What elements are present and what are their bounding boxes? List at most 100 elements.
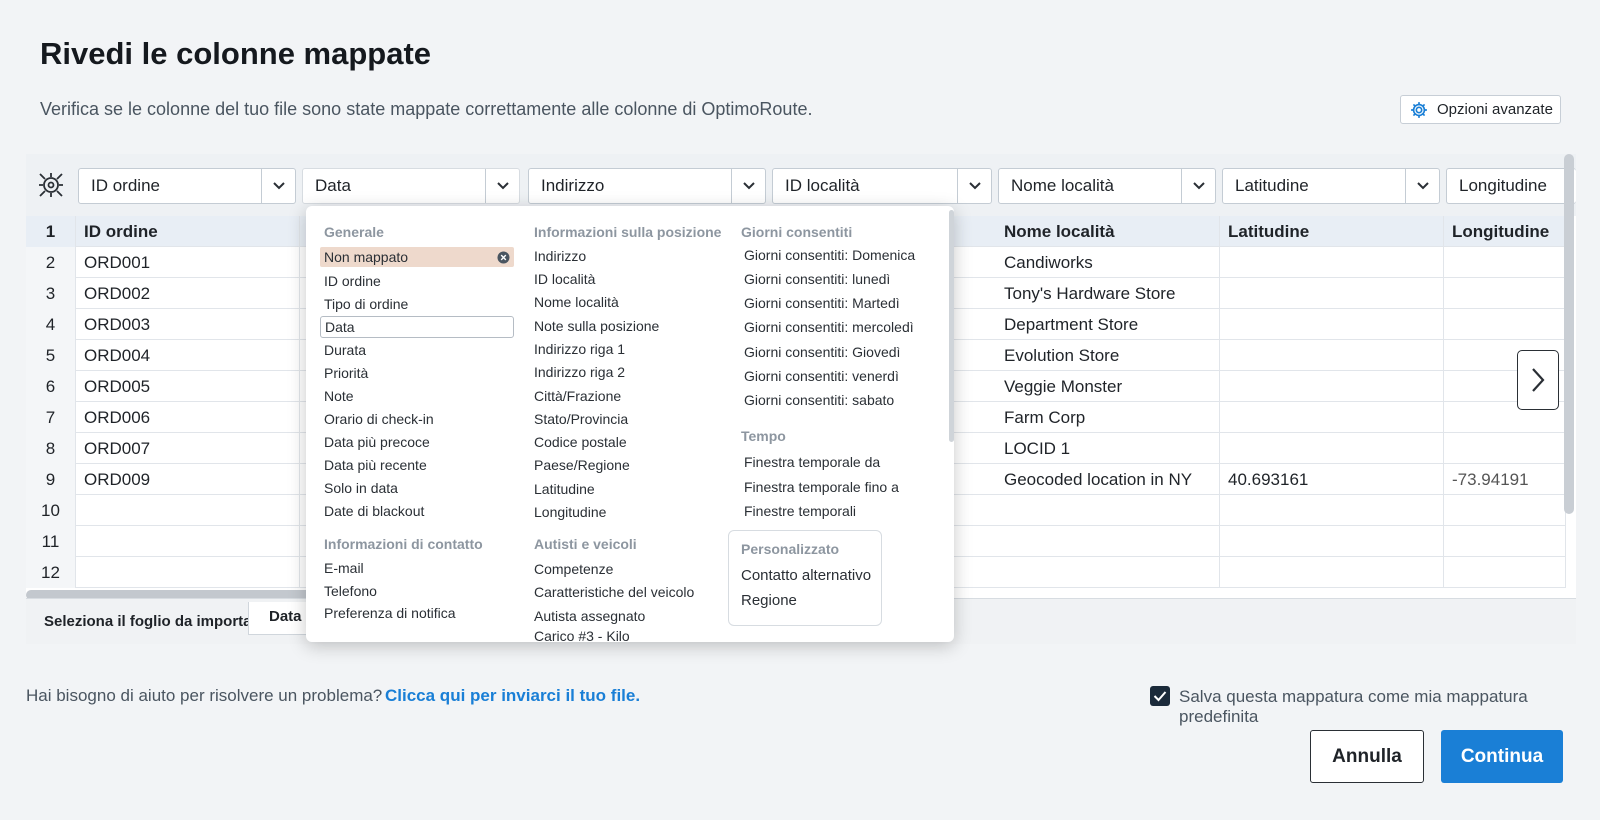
row-number: 4 <box>26 309 76 340</box>
mapping-select-value: ID ordine <box>91 176 160 195</box>
mapping-select-3[interactable]: Indirizzo <box>528 168 766 204</box>
option-time-windows[interactable]: Finestre temporali <box>744 503 856 519</box>
option-notes[interactable]: Note <box>324 388 354 404</box>
cell-location-name: Evolution Store <box>996 340 1220 371</box>
option-state[interactable]: Stato/Provincia <box>534 411 628 427</box>
option-alternate-contact[interactable]: Contatto alternativo <box>741 567 871 584</box>
option-notification-preference[interactable]: Preferenza di notifica <box>324 605 456 621</box>
option-order-id[interactable]: ID ordine <box>324 273 381 289</box>
cell-longitude <box>1444 495 1566 526</box>
option-postal-code[interactable]: Codice postale <box>534 434 627 450</box>
option-phone[interactable]: Telefono <box>324 583 377 599</box>
option-latitude[interactable]: Latitudine <box>534 481 595 497</box>
cell-latitude <box>1220 247 1444 278</box>
option-order-type[interactable]: Tipo di ordine <box>324 296 408 312</box>
option-skills[interactable]: Competenze <box>534 561 613 577</box>
option-region[interactable]: Regione <box>741 592 797 609</box>
help-link[interactable]: Clicca qui per inviarci il tuo file. <box>385 686 640 706</box>
option-allowed-monday[interactable]: Giorni consentiti: lunedì <box>744 271 890 287</box>
cell-location-name: Department Store <box>996 309 1220 340</box>
page-subtitle: Verifica se le colonne del tuo file sono… <box>40 99 813 119</box>
cell-order-id <box>76 557 300 588</box>
option-only-on-date[interactable]: Solo in data <box>324 480 398 496</box>
option-location-id[interactable]: ID località <box>534 271 595 287</box>
chevron-down-icon[interactable] <box>731 169 765 203</box>
column-header: ID ordine <box>76 216 300 247</box>
cell-longitude <box>1444 247 1566 278</box>
option-location-notes[interactable]: Note sulla posizione <box>534 318 659 334</box>
option-address-line-2[interactable]: Indirizzo riga 2 <box>534 364 625 380</box>
cell-order-id: ORD001 <box>76 247 300 278</box>
option-duration[interactable]: Durata <box>324 342 366 358</box>
checkmark-icon <box>1153 691 1167 702</box>
mapping-select-6[interactable]: Latitudine <box>1222 168 1440 204</box>
option-allowed-sunday[interactable]: Giorni consentiti: Domenica <box>744 247 915 263</box>
option-location-name[interactable]: Nome località <box>534 294 619 310</box>
option-time-window-to[interactable]: Finestra temporale fino a <box>744 479 899 495</box>
mapping-select-value: ID località <box>785 176 860 195</box>
option-allowed-saturday[interactable]: Giorni consentiti: sabato <box>744 392 894 408</box>
cell-order-id <box>76 495 300 526</box>
option-address-line-1[interactable]: Indirizzo riga 1 <box>534 341 625 357</box>
cell-order-id: ORD007 <box>76 433 300 464</box>
cancel-button[interactable]: Annulla <box>1310 730 1424 783</box>
mapping-select-5[interactable]: Nome località <box>998 168 1216 204</box>
option-assigned-driver[interactable]: Autista assegnato <box>534 608 645 624</box>
option-country[interactable]: Paese/Regione <box>534 457 630 473</box>
chevron-down-icon[interactable] <box>1405 169 1439 203</box>
advanced-options-button[interactable]: Opzioni avanzate <box>1400 95 1561 124</box>
option-longitude[interactable]: Longitudine <box>534 504 606 520</box>
option-allowed-thursday[interactable]: Giorni consentiti: Giovedì <box>744 344 900 360</box>
mapping-select-1[interactable]: ID ordine <box>78 168 296 204</box>
mapping-select-2[interactable]: Data <box>302 168 520 204</box>
mapping-select-7[interactable]: Longitudine <box>1446 168 1576 204</box>
cell-location-name <box>996 526 1220 557</box>
custom-fields-box: Personalizzato Contatto alternativo Regi… <box>728 530 882 626</box>
scroll-right-button[interactable] <box>1517 350 1559 410</box>
cell-latitude <box>1220 402 1444 433</box>
cell-location-name: Farm Corp <box>996 402 1220 433</box>
option-allowed-tuesday[interactable]: Giorni consentiti: Martedì <box>744 295 900 311</box>
column-mapping-icon <box>39 173 63 197</box>
option-load-3[interactable]: Carico #3 - Kilo <box>534 628 630 642</box>
option-allowed-friday[interactable]: Giorni consentiti: venerdì <box>744 368 899 384</box>
cell-location-name <box>996 495 1220 526</box>
option-checkin-time[interactable]: Orario di check-in <box>324 411 434 427</box>
cell-latitude <box>1220 557 1444 588</box>
clear-circle-icon[interactable] <box>497 251 510 264</box>
option-time-window-from[interactable]: Finestra temporale da <box>744 454 880 470</box>
option-date[interactable]: Data <box>320 316 514 338</box>
dropdown-scrollbar[interactable] <box>949 210 954 442</box>
option-allowed-wednesday[interactable]: Giorni consentiti: mercoledì <box>744 319 914 335</box>
column-type-dropdown: Generale Non mappato ID ordine Tipo di o… <box>306 206 954 642</box>
group-title-posizione: Informazioni sulla posizione <box>534 224 722 240</box>
option-latest-date[interactable]: Data più recente <box>324 457 427 473</box>
chevron-down-icon[interactable] <box>261 169 295 203</box>
option-blackout-dates[interactable]: Date di blackout <box>324 503 424 519</box>
continue-button[interactable]: Continua <box>1441 730 1563 783</box>
row-number: 8 <box>26 433 76 464</box>
cell-order-id: ORD005 <box>76 371 300 402</box>
option-not-mapped[interactable]: Non mappato <box>320 247 514 267</box>
option-earliest-date[interactable]: Data più precoce <box>324 434 430 450</box>
cell-longitude <box>1444 433 1566 464</box>
save-default-checkbox[interactable] <box>1150 686 1170 706</box>
option-address[interactable]: Indirizzo <box>534 248 586 264</box>
option-priority[interactable]: Priorità <box>324 365 368 381</box>
option-city[interactable]: Città/Frazione <box>534 388 621 404</box>
option-email[interactable]: E-mail <box>324 560 364 576</box>
option-vehicle-features[interactable]: Caratteristiche del veicolo <box>534 584 694 600</box>
cell-latitude <box>1220 309 1444 340</box>
row-number: 12 <box>26 557 76 588</box>
cell-location-name: Veggie Monster <box>996 371 1220 402</box>
sheet-selector-label: Seleziona il foglio da importare: <box>44 613 271 630</box>
mapping-select-4[interactable]: ID località <box>772 168 992 204</box>
chevron-down-icon[interactable] <box>1181 169 1215 203</box>
mapping-select-value: Latitudine <box>1235 176 1309 195</box>
chevron-down-icon[interactable] <box>485 169 519 203</box>
chevron-down-icon[interactable] <box>957 169 991 203</box>
vertical-scrollbar[interactable] <box>1564 154 1574 514</box>
cell-order-id: ORD004 <box>76 340 300 371</box>
cell-latitude <box>1220 340 1444 371</box>
advanced-options-label: Opzioni avanzate <box>1437 101 1553 118</box>
